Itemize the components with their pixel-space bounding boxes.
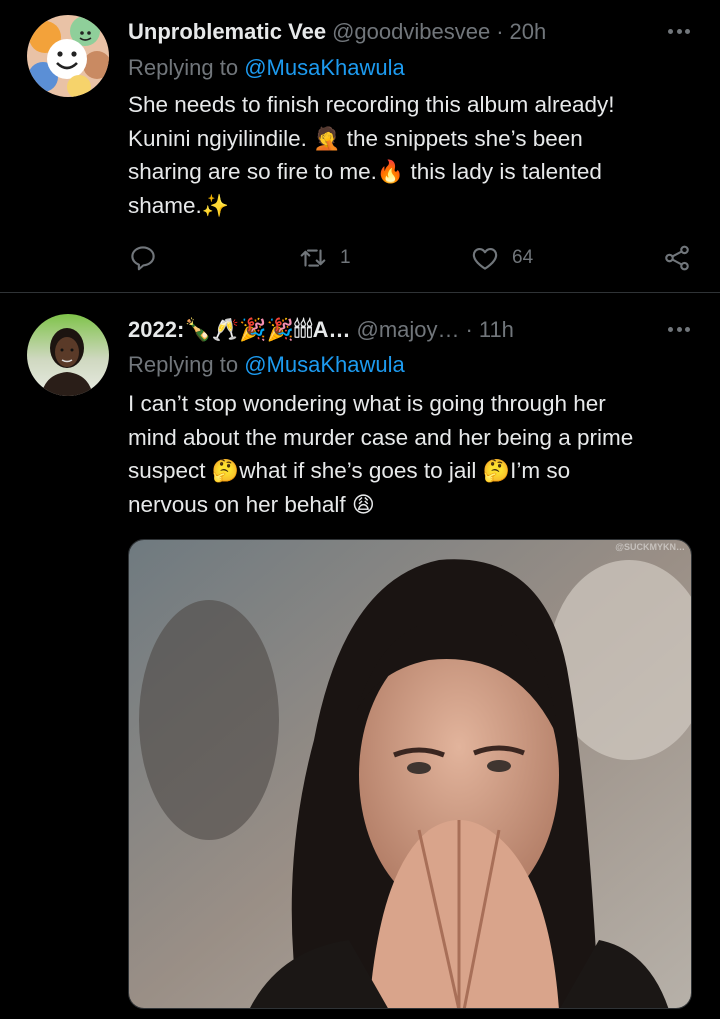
display-name[interactable]: Unproblematic Vee xyxy=(128,19,326,45)
more-options-icon[interactable] xyxy=(668,327,690,335)
share-button[interactable] xyxy=(662,240,692,276)
tweet-header: Unproblematic Vee @goodvibesvee · 20h xyxy=(128,17,546,47)
more-options-icon[interactable] xyxy=(668,29,690,37)
tweet-header: 2022:🍾🥂🎉🎉🕯🕯🕯A… @majoy… · 11h xyxy=(128,315,514,345)
share-icon xyxy=(665,245,689,271)
photo-woman-praying-hands-icon: @SUCKMYKN… xyxy=(129,540,691,1008)
tweet-divider xyxy=(0,292,720,293)
avatar-profile-photo-icon[interactable] xyxy=(27,314,109,396)
avatar-smiley-icon[interactable] xyxy=(27,15,109,97)
facepalm-emoji-icon: 🤦 xyxy=(313,126,341,152)
text-line: suspect 🤔what if she’s goes to jail 🤔I’m… xyxy=(128,458,571,484)
like-count: 64 xyxy=(512,247,534,268)
replying-prefix: Replying to xyxy=(128,55,239,80)
text-line: mind about the murder case and her being… xyxy=(128,424,634,450)
heart-icon xyxy=(472,247,498,270)
retweet-button[interactable]: 1 xyxy=(298,240,351,276)
separator: · xyxy=(496,19,504,44)
text-line: She needs to finish recording this album… xyxy=(128,92,615,117)
tweet-text: I can’t stop wondering what is going thr… xyxy=(128,387,688,521)
thinking-emoji-icon: 🤔 xyxy=(211,459,240,484)
weary-emoji-icon: 😩 xyxy=(351,492,375,518)
text-line: Kunini ngiyilindile. 🤦 the snippets she’… xyxy=(128,125,583,152)
like-button[interactable]: 64 xyxy=(470,240,533,276)
tweet-1[interactable]: Unproblematic Vee @goodvibesvee · 20h Re… xyxy=(0,0,720,293)
fire-emoji-icon: 🔥 xyxy=(376,160,405,185)
action-bar: 1 64 xyxy=(128,240,694,276)
timestamp[interactable]: 20h xyxy=(510,19,547,45)
mention-link[interactable]: @MusaKhawula xyxy=(244,352,405,377)
text-line: nervous on her behalf 😩 xyxy=(128,491,375,518)
replying-to: Replying to @MusaKhawula xyxy=(128,55,405,81)
text-line: I can’t stop wondering what is going thr… xyxy=(128,391,606,416)
separator: · xyxy=(465,317,473,342)
thinking-emoji-icon: 🤔 xyxy=(482,459,511,484)
retweet-icon xyxy=(300,249,326,267)
reply-button[interactable] xyxy=(128,240,158,276)
tweet-image[interactable]: @SUCKMYKN… xyxy=(128,539,692,1009)
sparkles-emoji-icon: ✨ xyxy=(201,193,230,219)
image-watermark: @SUCKMYKN… xyxy=(615,542,685,552)
text-line: sharing are so fire to me.🔥 this lady is… xyxy=(128,159,602,185)
retweet-count: 1 xyxy=(340,247,351,268)
replying-to: Replying to @MusaKhawula xyxy=(128,352,405,378)
mention-link[interactable]: @MusaKhawula xyxy=(244,55,405,80)
user-handle[interactable]: @majoy… xyxy=(356,317,459,343)
tweet-text: She needs to finish recording this album… xyxy=(128,88,688,222)
tweet-2[interactable]: 2022:🍾🥂🎉🎉🕯🕯🕯A… @majoy… · 11h Replying to… xyxy=(0,294,720,1019)
text-line: shame.✨ xyxy=(128,192,230,219)
replying-prefix: Replying to xyxy=(128,352,239,377)
timestamp[interactable]: 11h xyxy=(479,317,514,343)
reply-icon xyxy=(131,246,155,271)
user-handle[interactable]: @goodvibesvee xyxy=(332,19,490,45)
display-name[interactable]: 2022:🍾🥂🎉🎉🕯🕯🕯A… xyxy=(128,317,350,343)
